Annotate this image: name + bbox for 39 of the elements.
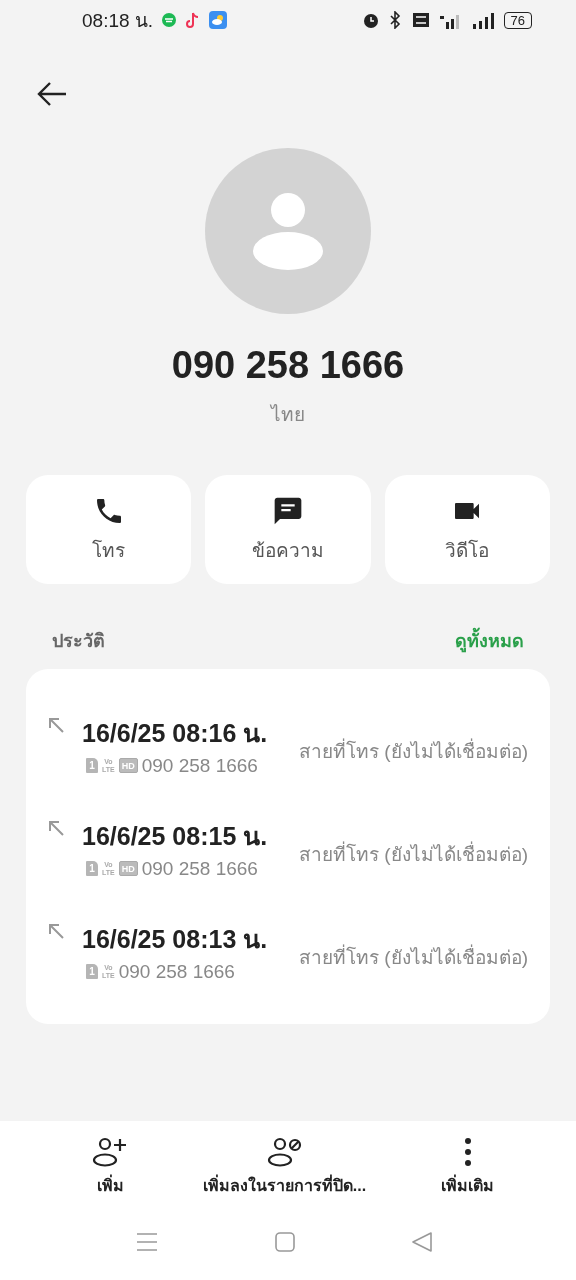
video-button[interactable]: วิดีโอ (384, 475, 550, 584)
alarm-icon (361, 11, 380, 29)
call-button[interactable]: โทร (26, 475, 192, 584)
status-time: 08:18 น. (82, 9, 154, 33)
back-icon[interactable] (412, 1232, 432, 1252)
hd-badge: HD (118, 758, 138, 773)
sim-badge: 1 (86, 758, 98, 773)
back-arrow-icon (36, 80, 68, 108)
outgoing-call-icon (48, 717, 64, 733)
location-label: ไทย (269, 403, 306, 427)
add-button[interactable]: เพิ่ม (92, 1137, 128, 1198)
call-status: สายที่โทร (ยังไม่ได้เชื่อมต่อ) (299, 737, 528, 764)
outgoing-call-icon (48, 820, 64, 836)
call-number: 090 258 1666 (141, 754, 258, 777)
block-button[interactable]: เพิ่มลงในรายการที่ปิด... (202, 1137, 367, 1198)
menu-icon[interactable] (136, 1232, 158, 1252)
call-number: 090 258 1666 (118, 960, 235, 983)
call-number: 090 258 1666 (141, 857, 258, 880)
call-datetime: 16/6/25 08:16 น. (82, 717, 268, 749)
call-status: สายที่โทร (ยังไม่ได้เชื่อมต่อ) (299, 840, 528, 867)
battery-indicator: 76 (503, 11, 532, 29)
add-contact-icon (92, 1137, 128, 1167)
sim-badge: 1 (86, 964, 98, 979)
outgoing-call-icon (48, 923, 64, 939)
weather-icon (209, 11, 228, 29)
phone-number: 090 258 1666 (170, 344, 406, 387)
signal-icon (471, 11, 496, 29)
sim-badge: 1 (86, 861, 98, 876)
home-icon[interactable] (275, 1232, 295, 1252)
back-button[interactable] (36, 80, 68, 108)
hd-badge: HD (118, 861, 138, 876)
call-status: สายที่โทร (ยังไม่ได้เชื่อมต่อ) (299, 943, 528, 970)
call-datetime: 16/6/25 08:13 น. (82, 923, 268, 955)
call-datetime: 16/6/25 08:15 น. (82, 820, 268, 852)
more-icon (463, 1137, 472, 1167)
block-contact-icon (266, 1137, 303, 1167)
history-title: ประวัติ (52, 630, 105, 653)
message-button[interactable]: ข้อความ (205, 475, 371, 584)
more-button[interactable]: เพิ่มเติม (441, 1137, 494, 1198)
